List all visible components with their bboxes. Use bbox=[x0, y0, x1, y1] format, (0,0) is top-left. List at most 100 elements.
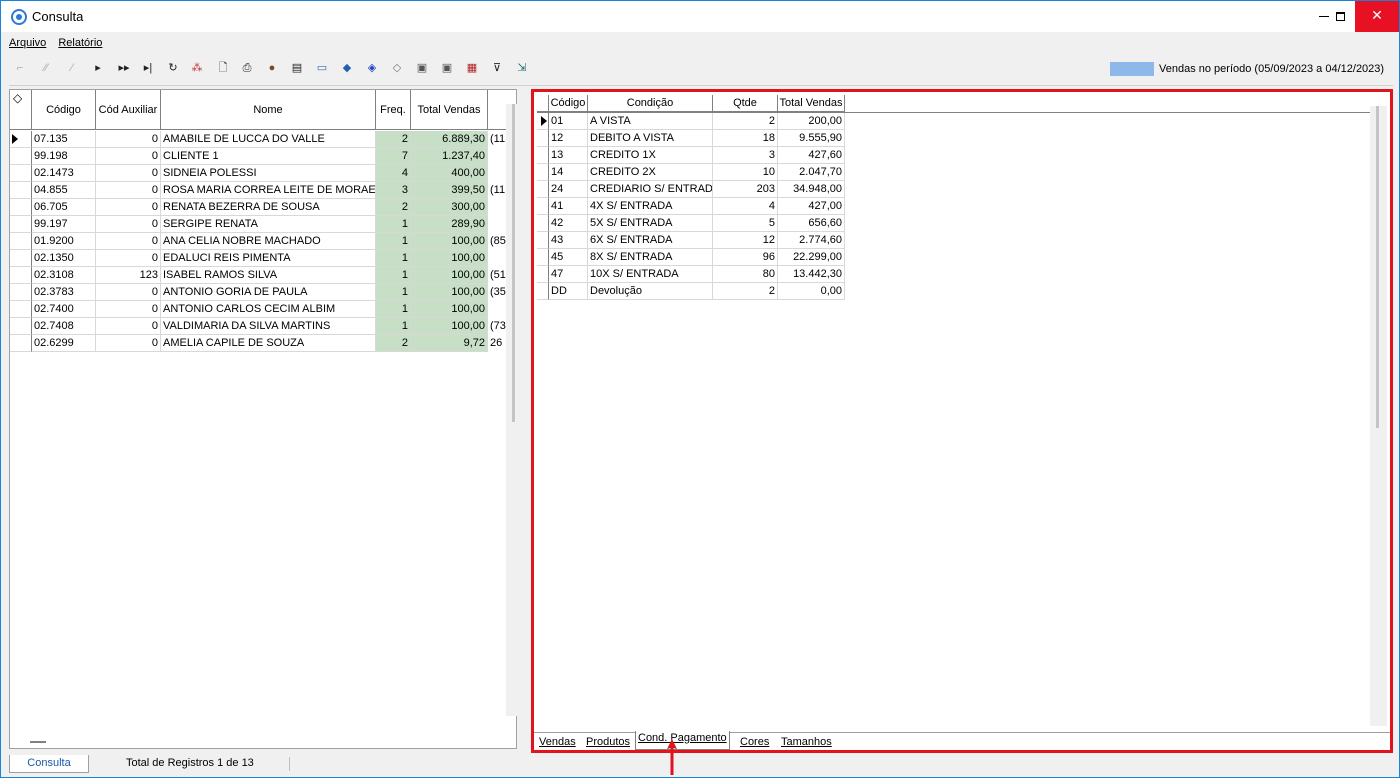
cell-codigo[interactable]: 43 bbox=[549, 232, 588, 249]
grid-corner-icon[interactable]: ◇ bbox=[10, 90, 32, 130]
cell-codigo[interactable]: DD bbox=[549, 283, 588, 300]
cell-nome[interactable]: VALDIMARIA DA SILVA MARTINS bbox=[161, 318, 376, 335]
cell-total[interactable]: 2.774,60 bbox=[778, 232, 845, 249]
cell-total[interactable]: 100,00 bbox=[411, 233, 488, 250]
cell-freq[interactable]: 1 bbox=[376, 301, 411, 318]
cell-freq[interactable]: 1 bbox=[376, 250, 411, 267]
right-vscroll-thumb[interactable] bbox=[1376, 106, 1379, 428]
cell-codigo[interactable]: 12 bbox=[549, 130, 588, 147]
print-icon[interactable]: ⎙ bbox=[238, 59, 256, 77]
cell-aux[interactable]: 0 bbox=[96, 318, 161, 335]
cell-extra[interactable] bbox=[488, 250, 508, 267]
cell-freq[interactable]: 3 bbox=[376, 182, 411, 199]
cell-codigo[interactable]: 99.198 bbox=[32, 148, 96, 165]
header-codigo[interactable]: Código bbox=[32, 90, 96, 130]
cell-qtde[interactable]: 80 bbox=[713, 266, 778, 283]
label-icon[interactable]: ◈ bbox=[363, 59, 381, 77]
table-row[interactable]: 02.1473 0 SIDNEIA POLESSI 4 400,00 bbox=[10, 165, 510, 182]
tab-cond-pagamento[interactable]: Cond. Pagamento bbox=[635, 731, 730, 750]
header-nome[interactable]: Nome bbox=[161, 90, 376, 130]
cell-condicao[interactable]: 10X S/ ENTRADA bbox=[588, 266, 713, 283]
tab-cores[interactable]: Cores bbox=[740, 734, 769, 750]
cell-qtde[interactable]: 3 bbox=[713, 147, 778, 164]
cell-extra[interactable] bbox=[488, 148, 508, 165]
cell-total[interactable]: 34.948,00 bbox=[778, 181, 845, 198]
table-row[interactable]: 02.7408 0 VALDIMARIA DA SILVA MARTINS 1 100,… bbox=[10, 318, 510, 335]
table-row[interactable]: 02.3108 123 ISABEL RAMOS SILVA 1 100,00 (51 bbox=[10, 267, 510, 284]
cell-codigo[interactable]: 24 bbox=[549, 181, 588, 198]
menu-arquivo[interactable]: Arquivo bbox=[9, 37, 46, 49]
cell-nome[interactable]: ANTONIO CARLOS CECIM ALBIM bbox=[161, 301, 376, 318]
cell-nome[interactable]: RENATA BEZERRA DE SOUSA bbox=[161, 199, 376, 216]
cell-nome[interactable]: SERGIPE RENATA bbox=[161, 216, 376, 233]
cell-total[interactable]: 289,90 bbox=[411, 216, 488, 233]
document-icon[interactable]: ▤ bbox=[288, 59, 306, 77]
cell-qtde[interactable]: 203 bbox=[713, 181, 778, 198]
cell-extra[interactable]: (85 bbox=[488, 233, 508, 250]
tab-tamanhos[interactable]: Tamanhos bbox=[781, 734, 832, 750]
cell-extra[interactable]: (51 bbox=[488, 267, 508, 284]
cell-freq[interactable]: 2 bbox=[376, 335, 411, 352]
cell-condicao[interactable]: CREDIARIO S/ ENTRADA bbox=[588, 181, 713, 198]
cell-aux[interactable]: 0 bbox=[96, 216, 161, 233]
table-row[interactable]: 02.6299 0 AMELIA CAPILE DE SOUZA 2 9,72 26 bbox=[10, 335, 510, 352]
tab-vendas[interactable]: Vendas bbox=[539, 734, 576, 750]
cell-qtde[interactable]: 2 bbox=[713, 113, 778, 130]
header-total-vendas[interactable]: Total Vendas bbox=[411, 90, 488, 130]
table-row[interactable]: 02.3783 0 ANTONIO GORIA DE PAULA 1 100,00 (35 bbox=[10, 284, 510, 301]
cell-condicao[interactable]: 8X S/ ENTRADA bbox=[588, 249, 713, 266]
cell-aux[interactable]: 0 bbox=[96, 165, 161, 182]
cell-total[interactable]: 1.237,40 bbox=[411, 148, 488, 165]
table-row[interactable]: 01.9200 0 ANA CELIA NOBRE MACHADO 1 100,00 (8… bbox=[10, 233, 510, 250]
cell-qtde[interactable]: 10 bbox=[713, 164, 778, 181]
cell-codigo[interactable]: 47 bbox=[549, 266, 588, 283]
silver-icon[interactable]: ▣ bbox=[413, 59, 431, 77]
user-icon[interactable]: ● bbox=[263, 59, 281, 77]
cell-nome[interactable]: ANA CELIA NOBRE MACHADO bbox=[161, 233, 376, 250]
table-row[interactable]: 02.1350 0 EDALUCI REIS PIMENTA 1 100,00 bbox=[10, 250, 510, 267]
export-icon[interactable]: ▦ bbox=[463, 59, 481, 77]
cell-total[interactable]: 22.299,00 bbox=[778, 249, 845, 266]
cell-qtde[interactable]: 96 bbox=[713, 249, 778, 266]
cell-nome[interactable]: CLIENTE 1 bbox=[161, 148, 376, 165]
cell-qtde[interactable]: 4 bbox=[713, 198, 778, 215]
cell-total[interactable]: 13.442,30 bbox=[778, 266, 845, 283]
cell-codigo[interactable]: 41 bbox=[549, 198, 588, 215]
cell-nome[interactable]: ROSA MARIA CORREA LEITE DE MORAES bbox=[161, 182, 376, 199]
tab-produtos[interactable]: Produtos bbox=[586, 734, 630, 750]
cell-extra[interactable]: (35 bbox=[488, 284, 508, 301]
cell-condicao[interactable]: DEBITO A VISTA bbox=[588, 130, 713, 147]
cell-total[interactable]: 6.889,30 bbox=[411, 131, 488, 148]
cell-qtde[interactable]: 12 bbox=[713, 232, 778, 249]
cell-aux[interactable]: 0 bbox=[96, 301, 161, 318]
table-row[interactable]: 07.135 0 AMABILE DE LUCCA DO VALLE 2 6.889,3… bbox=[10, 131, 510, 148]
cell-extra[interactable]: (11 bbox=[488, 131, 508, 148]
cell-aux[interactable]: 0 bbox=[96, 148, 161, 165]
cell-codigo[interactable]: 14 bbox=[549, 164, 588, 181]
cell-condicao[interactable]: 5X S/ ENTRADA bbox=[588, 215, 713, 232]
cell-codigo[interactable]: 01.9200 bbox=[32, 233, 96, 250]
prior-record-icon[interactable]: ⁄ bbox=[63, 59, 81, 77]
cell-nome[interactable]: EDALUCI REIS PIMENTA bbox=[161, 250, 376, 267]
cell-freq[interactable]: 1 bbox=[376, 216, 411, 233]
cell-aux[interactable]: 0 bbox=[96, 284, 161, 301]
cell-total[interactable]: 100,00 bbox=[411, 318, 488, 335]
cell-codigo[interactable]: 06.705 bbox=[32, 199, 96, 216]
cell-total[interactable]: 9.555,90 bbox=[778, 130, 845, 147]
last-icon[interactable]: ▸| bbox=[139, 59, 157, 77]
cell-codigo[interactable]: 13 bbox=[549, 147, 588, 164]
header-total-vendas-cond[interactable]: Total Vendas bbox=[778, 95, 845, 112]
left-vscroll-thumb[interactable] bbox=[512, 104, 515, 422]
cell-total[interactable]: 0,00 bbox=[778, 283, 845, 300]
header-freq[interactable]: Freq. bbox=[376, 90, 411, 130]
cell-aux[interactable]: 0 bbox=[96, 182, 161, 199]
cell-aux[interactable]: 0 bbox=[96, 335, 161, 352]
header-cod-auxiliar[interactable]: Cód Auxiliar bbox=[96, 90, 161, 130]
cell-freq[interactable]: 1 bbox=[376, 267, 411, 284]
left-hscroll-grip[interactable] bbox=[30, 741, 46, 743]
cell-qtde[interactable]: 2 bbox=[713, 283, 778, 300]
cell-total[interactable]: 399,50 bbox=[411, 182, 488, 199]
cell-extra[interactable] bbox=[488, 199, 508, 216]
prior-page-icon[interactable]: ⁄⁄ bbox=[37, 59, 55, 77]
tag-icon[interactable]: ◆ bbox=[338, 59, 356, 77]
